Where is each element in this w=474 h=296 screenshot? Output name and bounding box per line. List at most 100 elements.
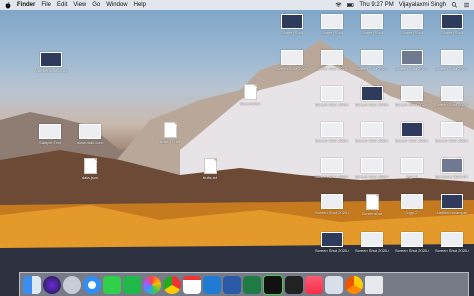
- json-file-icon: [83, 158, 97, 174]
- desktop-icon[interactable]: Screen Shot 2020-07...7.56 PM: [355, 122, 389, 143]
- finder-icon[interactable]: [23, 275, 41, 294]
- menu-bar: Finder File Edit View Go Window Help Thu…: [0, 0, 474, 10]
- desktop-icon[interactable]: www.mac.com: [73, 124, 107, 145]
- desktop-icon[interactable]: Screen Shot 2020-07...04.09 PM: [395, 50, 429, 71]
- screenshot-thumbnail-icon: [281, 50, 303, 65]
- desktop-icon[interactable]: Screen Shot 2020-07...04.09 PM: [395, 86, 429, 107]
- screenshot-thumbnail-icon: [79, 124, 101, 139]
- screenshot-thumbnail-icon: [361, 14, 383, 29]
- pycharm-icon[interactable]: [263, 274, 283, 295]
- desktop-icon[interactable]: Untitled example: [435, 194, 469, 215]
- menu-help[interactable]: Help: [134, 2, 146, 8]
- menu-view[interactable]: View: [73, 2, 86, 8]
- desktop-icon[interactable]: Screen Shot 2020-07...9.17 PM: [395, 232, 429, 253]
- desktop-icon[interactable]: Screen Shot 2020-07...7.56 PM: [315, 86, 349, 107]
- vscode-icon[interactable]: [203, 275, 221, 294]
- desktop-icon[interactable]: A screenshot of a computer: [34, 52, 68, 73]
- desktop-icon[interactable]: Screen Shot 2020-07...8.07 PM: [315, 232, 349, 253]
- desktop-icon[interactable]: fruits.txt: [193, 158, 227, 180]
- screenshot-thumbnail-icon: [40, 52, 62, 67]
- desktop-icon[interactable]: data.json: [73, 158, 107, 180]
- launchpad-icon[interactable]: [63, 275, 81, 294]
- trash-icon[interactable]: [365, 275, 383, 294]
- desktop-icon[interactable]: Screen Shot 2020-07...8.07 PM: [355, 232, 389, 253]
- chrome-canary-icon[interactable]: [345, 275, 363, 294]
- screenshot-thumbnail-icon: [441, 194, 463, 209]
- desktop-icon[interactable]: Screen Shot 2020-07...1.55 PM: [355, 50, 389, 71]
- desktop-icon[interactable]: Screen Shot: [275, 14, 309, 35]
- screenshot-thumbnail-icon: [401, 232, 423, 247]
- wifi-icon[interactable]: [335, 2, 342, 8]
- word-icon[interactable]: [223, 275, 241, 294]
- desktop-icon[interactable]: Screen Shot 2020-07...4.33 PM: [275, 50, 309, 71]
- desktop-icon[interactable]: Screen Shot: [355, 14, 389, 35]
- screenshot-thumbnail-icon: [441, 86, 463, 101]
- screenshot-thumbnail-icon: [321, 158, 343, 173]
- excel-icon[interactable]: [243, 275, 261, 294]
- user-name[interactable]: Vijayalaxmi Singh: [399, 2, 446, 8]
- photos-icon[interactable]: [143, 275, 161, 294]
- clock[interactable]: Thu 9:27 PM: [359, 2, 393, 8]
- screenshot-thumbnail-icon: [441, 50, 463, 65]
- apple-menu-icon[interactable]: [5, 1, 11, 9]
- desktop-icon[interactable]: logo 2: [395, 194, 429, 215]
- desktop-icon[interactable]: Screen Shot 2020-07...20.09 PM: [435, 232, 469, 253]
- screenshot-thumbnail-icon: [361, 232, 383, 247]
- screenshot-thumbnail-icon: [321, 122, 343, 137]
- desktop[interactable]: Finder File Edit View Go Window Help Thu…: [0, 0, 474, 296]
- desktop-icon[interactable]: Summary 2020-07...28 PM: [435, 158, 469, 179]
- epic-games-icon[interactable]: [285, 275, 303, 294]
- desktop-icon[interactable]: Screen Shot: [435, 14, 469, 35]
- text-file-icon: [163, 122, 177, 138]
- music-icon[interactable]: [305, 275, 323, 294]
- messages-icon[interactable]: [103, 275, 121, 294]
- search-icon[interactable]: [451, 2, 458, 8]
- text-file-icon: [243, 84, 257, 100]
- screenshot-thumbnail-icon: [441, 158, 463, 173]
- desktop-icon[interactable]: Screen Shot 2020-07...4.33 PM: [315, 50, 349, 71]
- screenshot-thumbnail-icon: [361, 122, 383, 137]
- menu-finder[interactable]: Finder: [17, 2, 35, 8]
- desktop-icon[interactable]: Sample Text: [33, 124, 67, 145]
- desktop-icon[interactable]: Screen Shot 2020-07...9.30 PM: [435, 122, 469, 143]
- desktop-icon[interactable]: Screenshot: [355, 194, 389, 216]
- desktop-icon[interactable]: Screen Shot 2020-07...4.44 PM: [435, 86, 469, 107]
- screenshot-thumbnail-icon: [321, 14, 343, 29]
- screenshot-thumbnail-icon: [441, 232, 463, 247]
- desktop-icon[interactable]: fruits (1).txt: [153, 122, 187, 144]
- screenshot-thumbnail-icon: [281, 14, 303, 29]
- chrome-icon[interactable]: [163, 275, 181, 294]
- screenshot-thumbnail-icon: [361, 50, 383, 65]
- status-area: Thu 9:27 PM Vijayalaxmi Singh: [335, 2, 470, 8]
- desktop-icon[interactable]: Screenshot: [233, 84, 267, 106]
- menu-go[interactable]: Go: [92, 2, 100, 8]
- screenshot-thumbnail-icon: [39, 124, 61, 139]
- dock: [19, 272, 469, 296]
- desktop-icon[interactable]: Screen Shot: [395, 14, 429, 35]
- battery-icon[interactable]: [347, 2, 354, 8]
- menu-file[interactable]: File: [41, 2, 51, 8]
- notification-center-icon[interactable]: [463, 2, 470, 8]
- desktop-icon[interactable]: Screen Shot 2020-07...7.56 PM: [315, 158, 349, 179]
- calendar-icon[interactable]: [183, 275, 201, 294]
- desktop-icon[interactable]: Screen Shot 2020-07...7.56 PM: [355, 158, 389, 179]
- screenshot-thumbnail-icon: [401, 50, 423, 65]
- screenshot-thumbnail-icon: [401, 158, 423, 173]
- desktop-icon[interactable]: Screen Shot: [315, 14, 349, 35]
- desktop-icon[interactable]: Screen Shot 2020-07...9.32 PM: [395, 122, 429, 143]
- menu-window[interactable]: Window: [106, 2, 127, 8]
- screenshot-thumbnail-icon: [361, 158, 383, 173]
- screenshot-thumbnail-icon: [441, 14, 463, 29]
- siri-icon[interactable]: [43, 275, 61, 294]
- screenshot-thumbnail-icon: [321, 50, 343, 65]
- desktop-icon[interactable]: Screen Shot 2020-07...4.44 PM: [435, 50, 469, 71]
- preview-icon[interactable]: [325, 275, 343, 294]
- desktop-icon[interactable]: Screen Shot 2020-07...7.56 PM: [355, 86, 389, 107]
- desktop-icon[interactable]: logo 2: [395, 158, 429, 179]
- safari-icon[interactable]: [83, 275, 101, 294]
- menu-edit[interactable]: Edit: [57, 2, 67, 8]
- desktop-icon[interactable]: Screen Shot 2020-07...4.37 PM: [315, 194, 349, 215]
- text-file-icon: [365, 194, 379, 210]
- facetime-icon[interactable]: [123, 275, 141, 294]
- desktop-icon[interactable]: Screen Shot 2020-07...4.33 PM: [315, 122, 349, 143]
